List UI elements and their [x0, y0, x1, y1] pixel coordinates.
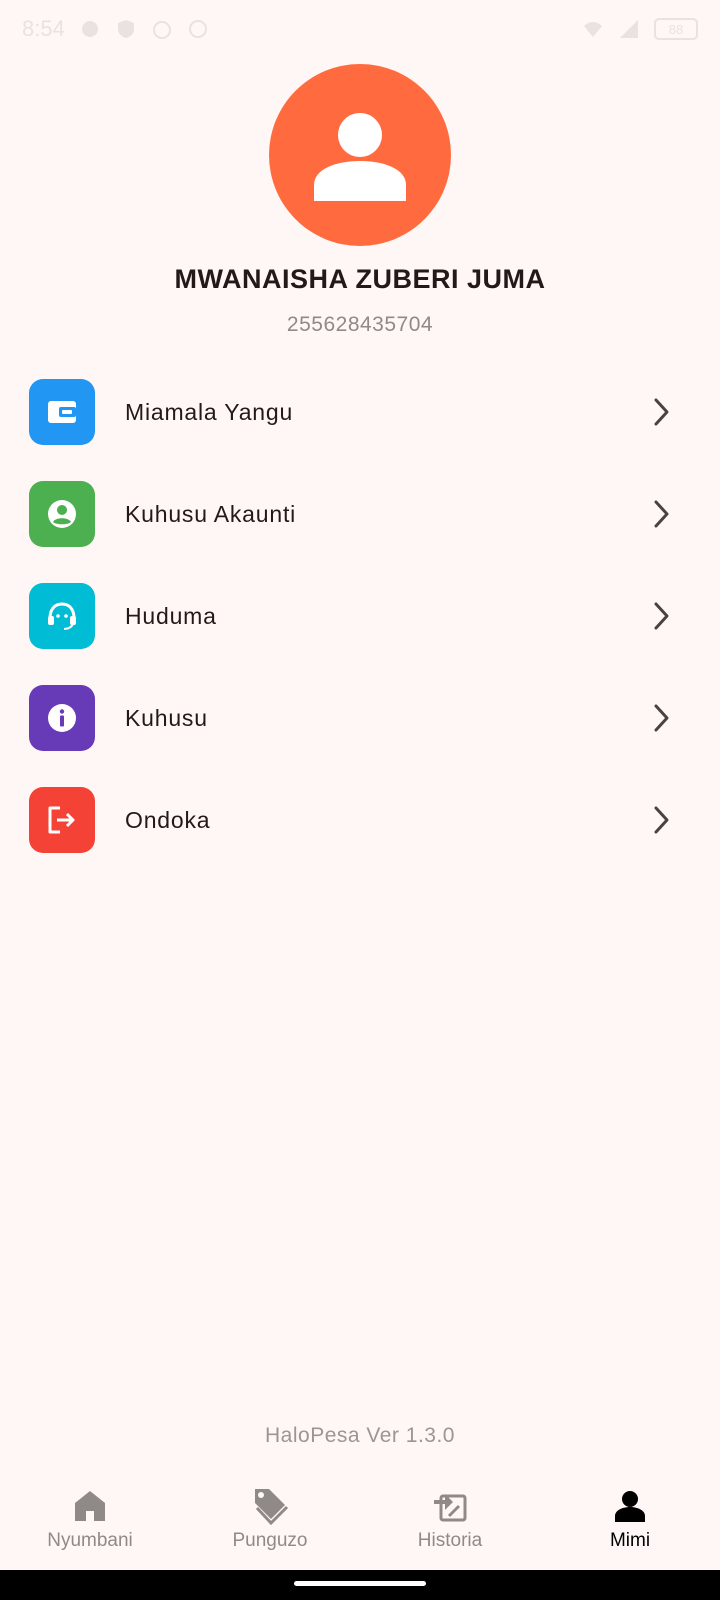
menu-item-label: Kuhusu [125, 704, 208, 731]
chevron-right-icon [654, 398, 669, 426]
info-icon [29, 685, 95, 751]
shield-icon [115, 18, 137, 40]
status-bar-right: 88 [582, 18, 698, 40]
home-icon [70, 1486, 110, 1526]
nav-label: Mimi [609, 1530, 651, 1551]
menu-item-huduma[interactable]: Huduma [0, 565, 720, 667]
menu-item-label: Huduma [125, 602, 217, 629]
home-gesture-bar[interactable] [294, 1581, 426, 1586]
logout-icon [29, 787, 95, 853]
person-icon [610, 1486, 650, 1526]
menu-item-miamala-yangu[interactable]: Miamala Yangu [0, 361, 720, 463]
history-icon [430, 1486, 470, 1526]
chevron-right-icon [654, 704, 669, 732]
nav-label: Punguzo [232, 1530, 308, 1551]
wifi-icon [582, 18, 604, 40]
person-icon [314, 113, 406, 201]
nav-item-historia[interactable]: Historia [360, 1478, 540, 1570]
profile-menu: Miamala Yangu Kuhusu Akaunti Huduma Kuhu… [0, 361, 720, 871]
status-bar: 8:54 88 [0, 0, 720, 58]
chevron-right-icon [654, 806, 669, 834]
headset-support-icon [29, 583, 95, 649]
sync-icon [187, 18, 209, 40]
chevron-right-icon [654, 500, 669, 528]
profile-phone: 255628435704 [286, 313, 434, 336]
nav-item-punguzo[interactable]: Punguzo [180, 1478, 360, 1570]
nav-label: Nyumbani [47, 1530, 133, 1551]
menu-item-ondoka[interactable]: Ondoka [0, 769, 720, 871]
system-nav-bar [0, 1570, 720, 1600]
status-bar-left: 8:54 [22, 16, 209, 42]
tag-icon [250, 1486, 290, 1526]
menu-item-label: Ondoka [125, 806, 211, 833]
notification-icon [79, 18, 101, 40]
menu-item-label: Kuhusu Akaunti [125, 500, 297, 527]
chevron-right-icon [654, 602, 669, 630]
status-time: 8:54 [22, 16, 65, 41]
account-circle-icon [29, 481, 95, 547]
menu-item-kuhusu[interactable]: Kuhusu [0, 667, 720, 769]
bottom-nav: Nyumbani Punguzo Historia Mimi [0, 1478, 720, 1570]
avatar[interactable] [269, 64, 451, 246]
app-version: HaloPesa Ver 1.3.0 [265, 1424, 455, 1447]
profile-name: MWANAISHA ZUBERI JUMA [174, 264, 546, 294]
signal-icon [618, 18, 640, 40]
nav-item-nyumbani[interactable]: Nyumbani [0, 1478, 180, 1570]
menu-item-label: Miamala Yangu [125, 398, 294, 425]
nav-item-mimi[interactable]: Mimi [540, 1478, 720, 1570]
battery-icon: 88 [654, 18, 698, 40]
nav-label: Historia [417, 1530, 483, 1551]
alarm-icon [151, 18, 173, 40]
wallet-icon [29, 379, 95, 445]
menu-item-kuhusu-akaunti[interactable]: Kuhusu Akaunti [0, 463, 720, 565]
profile-screen: 8:54 88 MWANAISHA ZUBERI JUMA 2556284357… [0, 0, 720, 1600]
